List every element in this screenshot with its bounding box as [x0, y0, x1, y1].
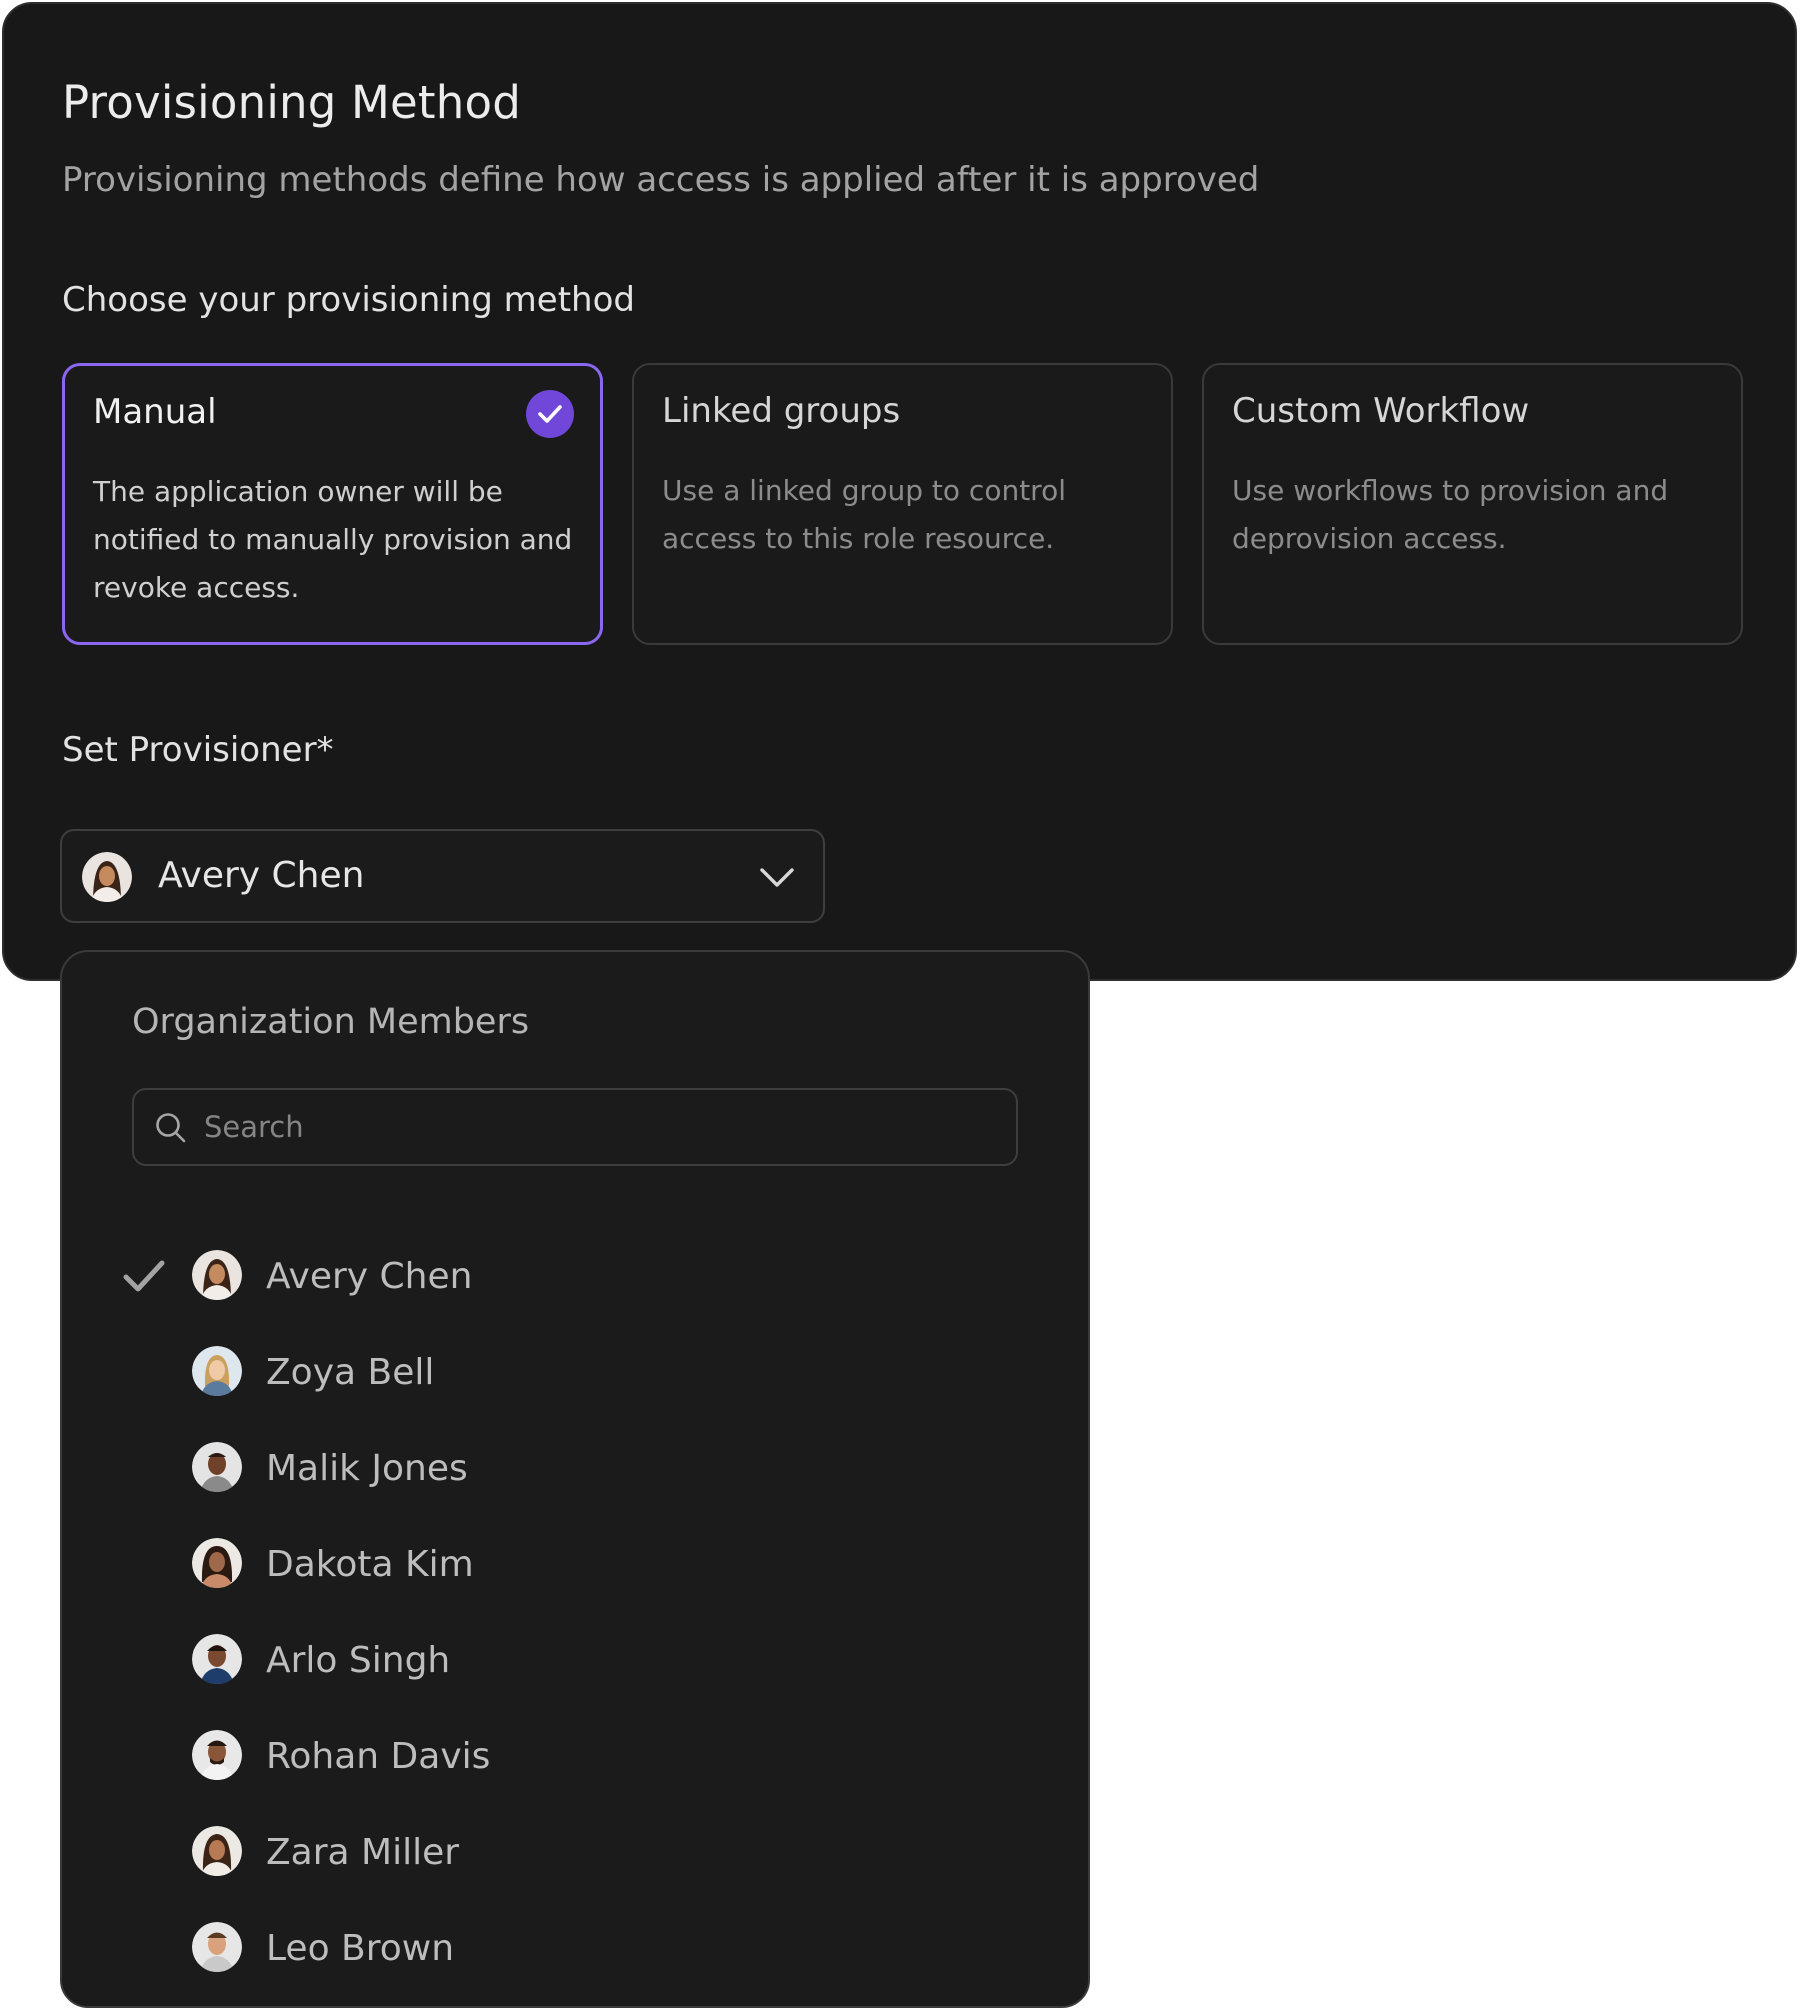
member-option-zoya-bell[interactable]: Zoya Bell [102, 1332, 1042, 1412]
member-option-arlo-singh[interactable]: Arlo Singh [102, 1620, 1042, 1700]
page-subtitle: Provisioning methods define how access i… [62, 160, 1260, 200]
member-name: Leo Brown [266, 1928, 455, 1969]
members-dropdown: Organization Members Avery Chen [60, 950, 1090, 2008]
method-card-description: Use a linked group to control access to … [662, 474, 1066, 555]
provisioner-select[interactable]: Avery Chen [60, 829, 825, 923]
avatar [192, 1730, 242, 1780]
page-title: Provisioning Method [62, 76, 521, 129]
member-option-leo-brown[interactable]: Leo Brown [102, 1908, 1042, 1988]
search-field[interactable] [132, 1088, 1018, 1166]
avatar [192, 1922, 242, 1972]
member-option-avery-chen[interactable]: Avery Chen [102, 1236, 1042, 1316]
avatar [192, 1442, 242, 1492]
provisioner-selected-value: Avery Chen [158, 855, 365, 896]
dropdown-title: Organization Members [132, 1002, 530, 1042]
provisioner-label: Set Provisioner* [62, 730, 334, 770]
checkmark-icon [123, 1260, 165, 1292]
method-card-title: Custom Workflow [1232, 391, 1530, 431]
member-name: Avery Chen [266, 1256, 473, 1297]
member-option-zara-miller[interactable]: Zara Miller [102, 1812, 1042, 1892]
member-name: Malik Jones [266, 1448, 468, 1489]
search-input[interactable] [204, 1092, 994, 1162]
member-option-malik-jones[interactable]: Malik Jones [102, 1428, 1042, 1508]
member-option-rohan-davis[interactable]: Rohan Davis [102, 1716, 1042, 1796]
member-name: Dakota Kim [266, 1544, 474, 1585]
method-card-description: Use workflows to provision and deprovisi… [1232, 474, 1669, 555]
method-card-linked-groups[interactable]: Linked groups Use a linked group to cont… [632, 363, 1173, 645]
member-name: Zoya Bell [266, 1352, 435, 1393]
search-icon [156, 1113, 186, 1143]
member-name: Rohan Davis [266, 1736, 491, 1777]
member-name: Arlo Singh [266, 1640, 451, 1681]
member-name: Zara Miller [266, 1832, 460, 1873]
method-section-label: Choose your provisioning method [62, 280, 635, 320]
avatar [192, 1346, 242, 1396]
avatar [192, 1538, 242, 1588]
avatar [192, 1826, 242, 1876]
method-card-custom-workflow[interactable]: Custom Workflow Use workflows to provisi… [1202, 363, 1743, 645]
chevron-down-icon [760, 868, 794, 887]
method-card-title: Linked groups [662, 391, 901, 431]
member-option-dakota-kim[interactable]: Dakota Kim [102, 1524, 1042, 1604]
method-card-title: Manual [93, 392, 217, 432]
method-card-description: The application owner will be notified t… [93, 475, 573, 604]
avatar [192, 1250, 242, 1300]
selected-check-icon [526, 390, 574, 438]
avatar [82, 852, 132, 902]
avatar [192, 1634, 242, 1684]
method-card-manual[interactable]: Manual The application owner will be not… [62, 363, 603, 645]
